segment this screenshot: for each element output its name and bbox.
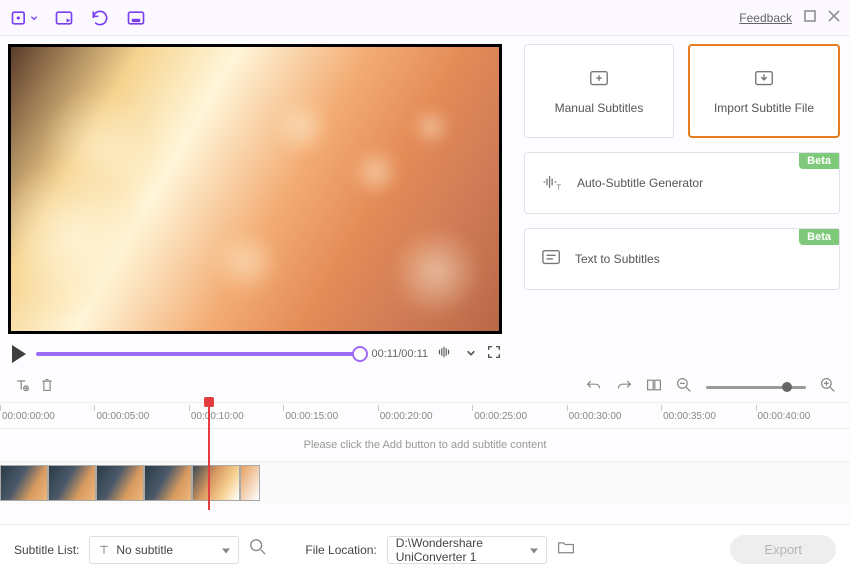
subtitle-placeholder: Please click the Add button to add subti… [304,439,547,451]
top-toolbar [10,8,146,28]
clip-thumb[interactable] [192,465,240,501]
subtitle-list-label: Subtitle List: [14,543,79,557]
beta-badge: Beta [799,153,839,169]
add-media-icon[interactable] [10,8,38,28]
window-controls: Feedback [739,9,840,27]
svg-text:T: T [556,182,561,191]
tick: 00:00:15:00 [283,403,377,428]
title-bar: Feedback [0,0,850,36]
redo-icon[interactable] [616,378,632,397]
tracks-area: Please click the Add button to add subti… [0,428,850,504]
text-lines-icon [541,248,563,271]
refresh-icon[interactable] [90,8,110,28]
playhead[interactable] [208,400,210,510]
main-area: 00:11/00:11 Manual Subtitles [0,36,850,372]
plus-box-icon [588,68,610,93]
import-subtitle-card[interactable]: Import Subtitle File [688,44,840,138]
subtitle-type-icon [98,544,110,556]
delete-icon[interactable] [40,377,54,398]
tick: 00:00:00:00 [0,403,94,428]
clip-thumb[interactable] [96,465,144,501]
fullscreen-icon[interactable] [486,344,502,365]
clip-thumb[interactable] [144,465,192,501]
card-label: Auto-Subtitle Generator [577,176,703,190]
close-icon[interactable] [828,9,840,27]
volume-icon[interactable] [438,345,456,364]
tick: 00:00:20:00 [378,403,472,428]
card-label: Manual Subtitles [555,101,644,115]
import-icon [753,68,775,93]
tick: 00:00:05:00 [94,403,188,428]
subtitle-list-select[interactable]: No subtitle [89,536,239,564]
export-button[interactable]: Export [730,535,836,564]
timeline-ruler[interactable]: 00:00:00:00 00:00:05:00 00:00:10:00 00:0… [0,402,850,428]
timeline-tools-right [586,377,836,398]
subtitle-mode-row: Manual Subtitles Import Subtitle File [524,44,840,138]
feedback-link[interactable]: Feedback [739,11,792,25]
subtitle-track[interactable]: Please click the Add button to add subti… [0,428,850,462]
manual-subtitles-card[interactable]: Manual Subtitles [524,44,674,138]
bottom-bar: Subtitle List: No subtitle File Location… [0,524,850,574]
file-location-label: File Location: [305,543,376,557]
tick: 00:00:35:00 [661,403,755,428]
zoom-slider[interactable] [706,386,806,389]
file-location-select[interactable]: D:\Wondershare UniConverter 1 [387,536,547,564]
time-display: 00:11/00:11 [372,348,428,360]
beta-badge: Beta [799,229,839,245]
video-column: 00:11/00:11 [8,44,506,368]
subtitle-settings-icon[interactable] [126,8,146,28]
clip-thumb[interactable] [240,465,260,501]
tick: 00:00:30:00 [567,403,661,428]
progress-slider[interactable] [36,352,362,356]
zoom-in-icon[interactable] [820,377,836,398]
tick: 00:00:10:00 [189,403,283,428]
open-folder-icon[interactable] [557,539,575,560]
card-label: Import Subtitle File [714,101,814,115]
tick: 00:00:40:00 [756,403,850,428]
auto-subtitle-card[interactable]: Beta T Auto-Subtitle Generator [524,152,840,214]
tick: 00:00:25:00 [472,403,566,428]
subtitle-list-value: No subtitle [116,543,173,557]
add-subtitle-panel-icon[interactable] [54,8,74,28]
maximize-icon[interactable] [804,9,816,27]
play-button[interactable] [12,345,26,363]
player-controls: 00:11/00:11 [8,334,506,368]
text-to-subtitles-card[interactable]: Beta Text to Subtitles [524,228,840,290]
search-subtitle-icon[interactable] [249,538,267,561]
zoom-out-icon[interactable] [676,377,692,398]
snap-icon[interactable] [646,377,662,398]
video-preview[interactable] [8,44,502,334]
card-label: Text to Subtitles [575,252,660,266]
clip-thumb[interactable] [0,465,48,501]
video-track[interactable] [0,462,850,504]
chevron-down-icon[interactable] [466,345,476,363]
side-panel: Manual Subtitles Import Subtitle File Be… [524,44,840,368]
add-text-icon[interactable] [14,377,30,398]
file-location-value: D:\Wondershare UniConverter 1 [396,536,522,564]
undo-icon[interactable] [586,378,602,397]
clip-thumb[interactable] [48,465,96,501]
waveform-text-icon: T [541,172,565,195]
timeline-tools [0,372,850,402]
